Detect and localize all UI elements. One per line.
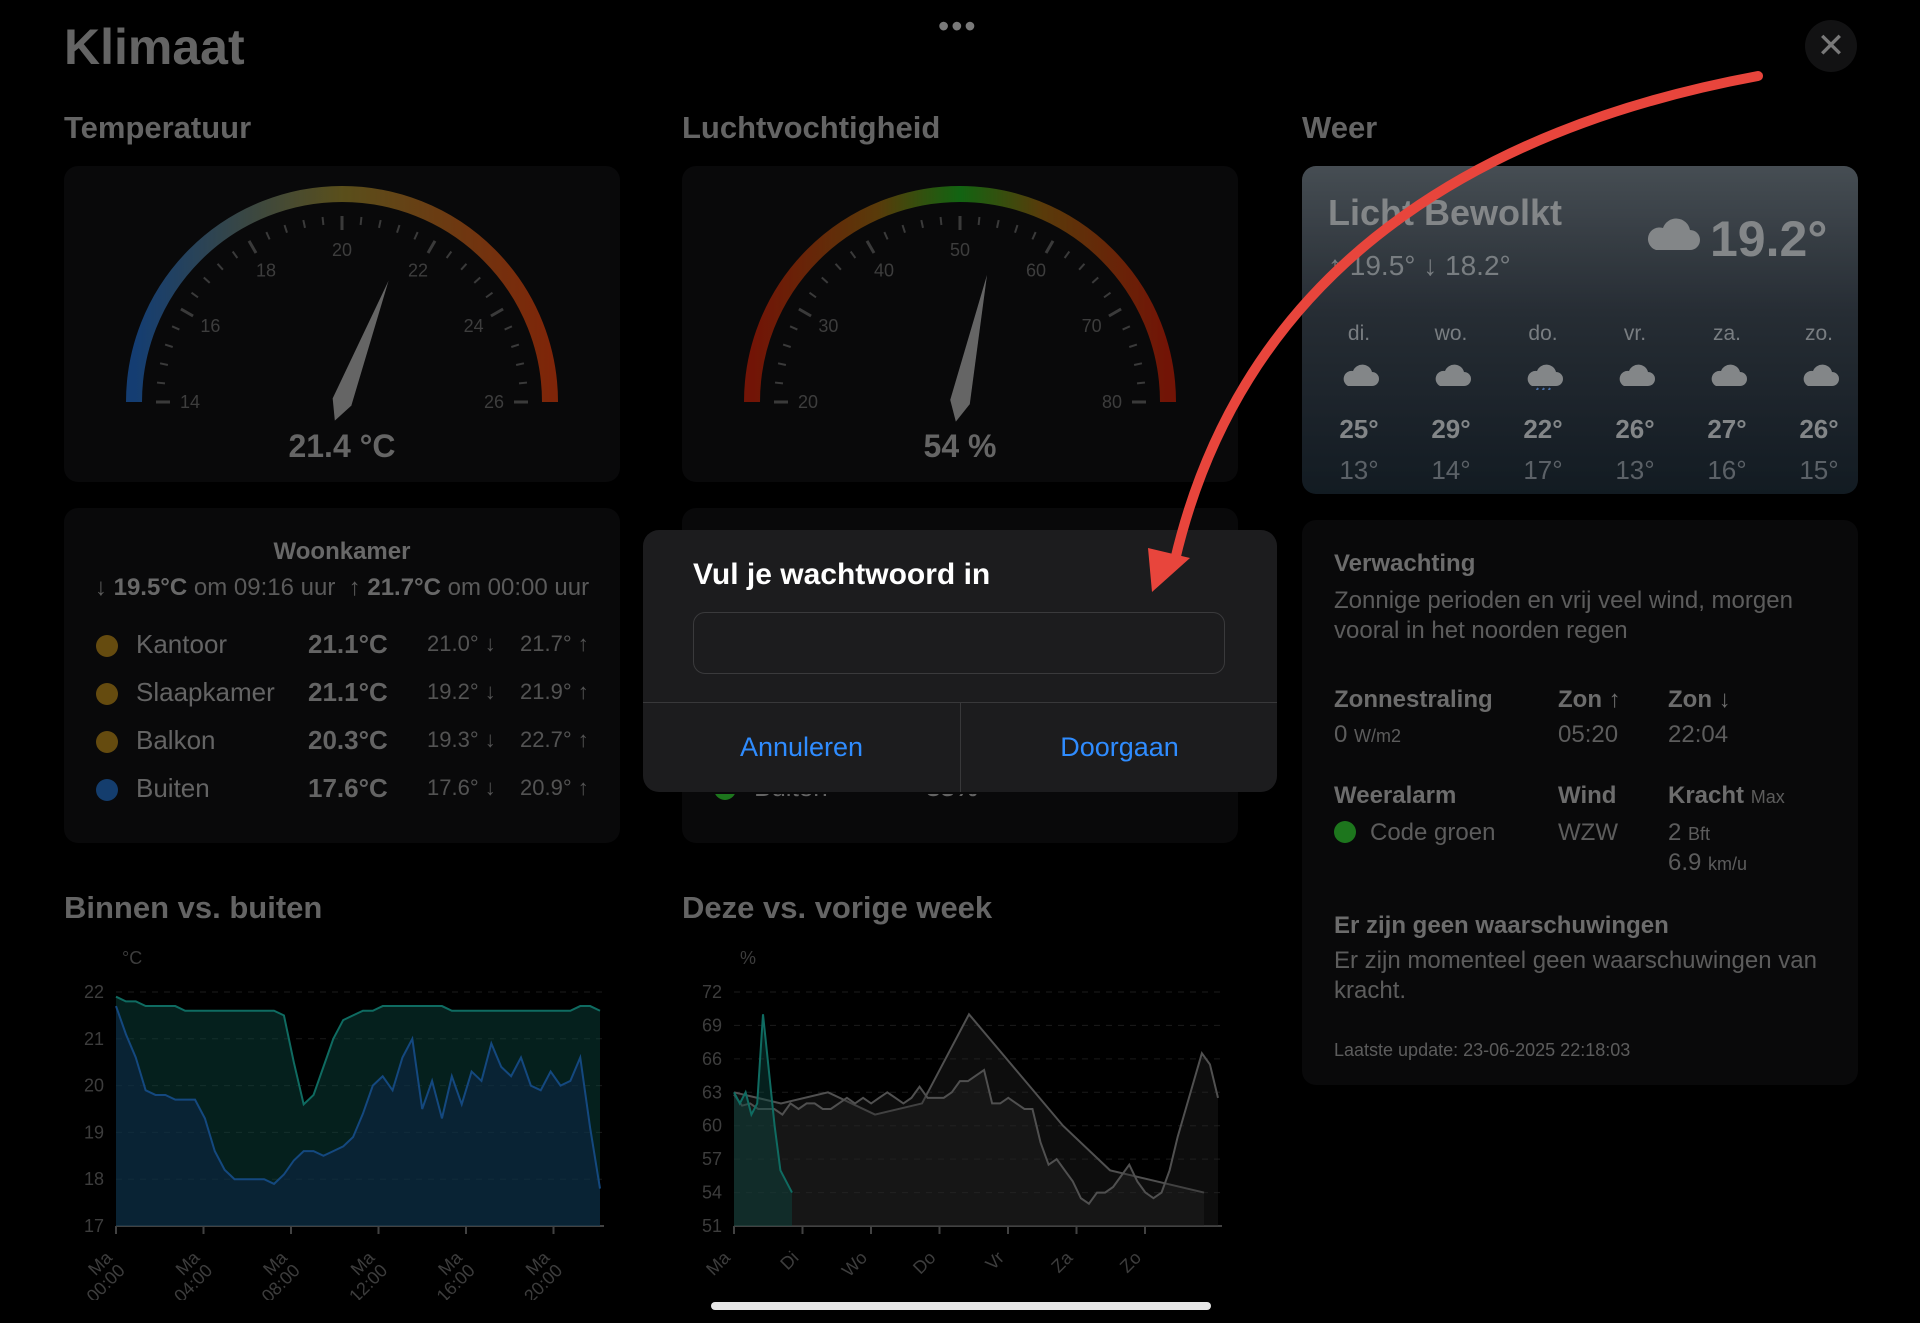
home-indicator[interactable]: [711, 1302, 1211, 1310]
cancel-button[interactable]: Annuleren: [643, 703, 960, 792]
password-input[interactable]: [693, 612, 1225, 674]
continue-button[interactable]: Doorgaan: [961, 703, 1278, 792]
dialog-title: Vul je wachtwoord in: [693, 558, 991, 591]
password-dialog: Vul je wachtwoord in Annuleren Doorgaan: [643, 530, 1277, 792]
